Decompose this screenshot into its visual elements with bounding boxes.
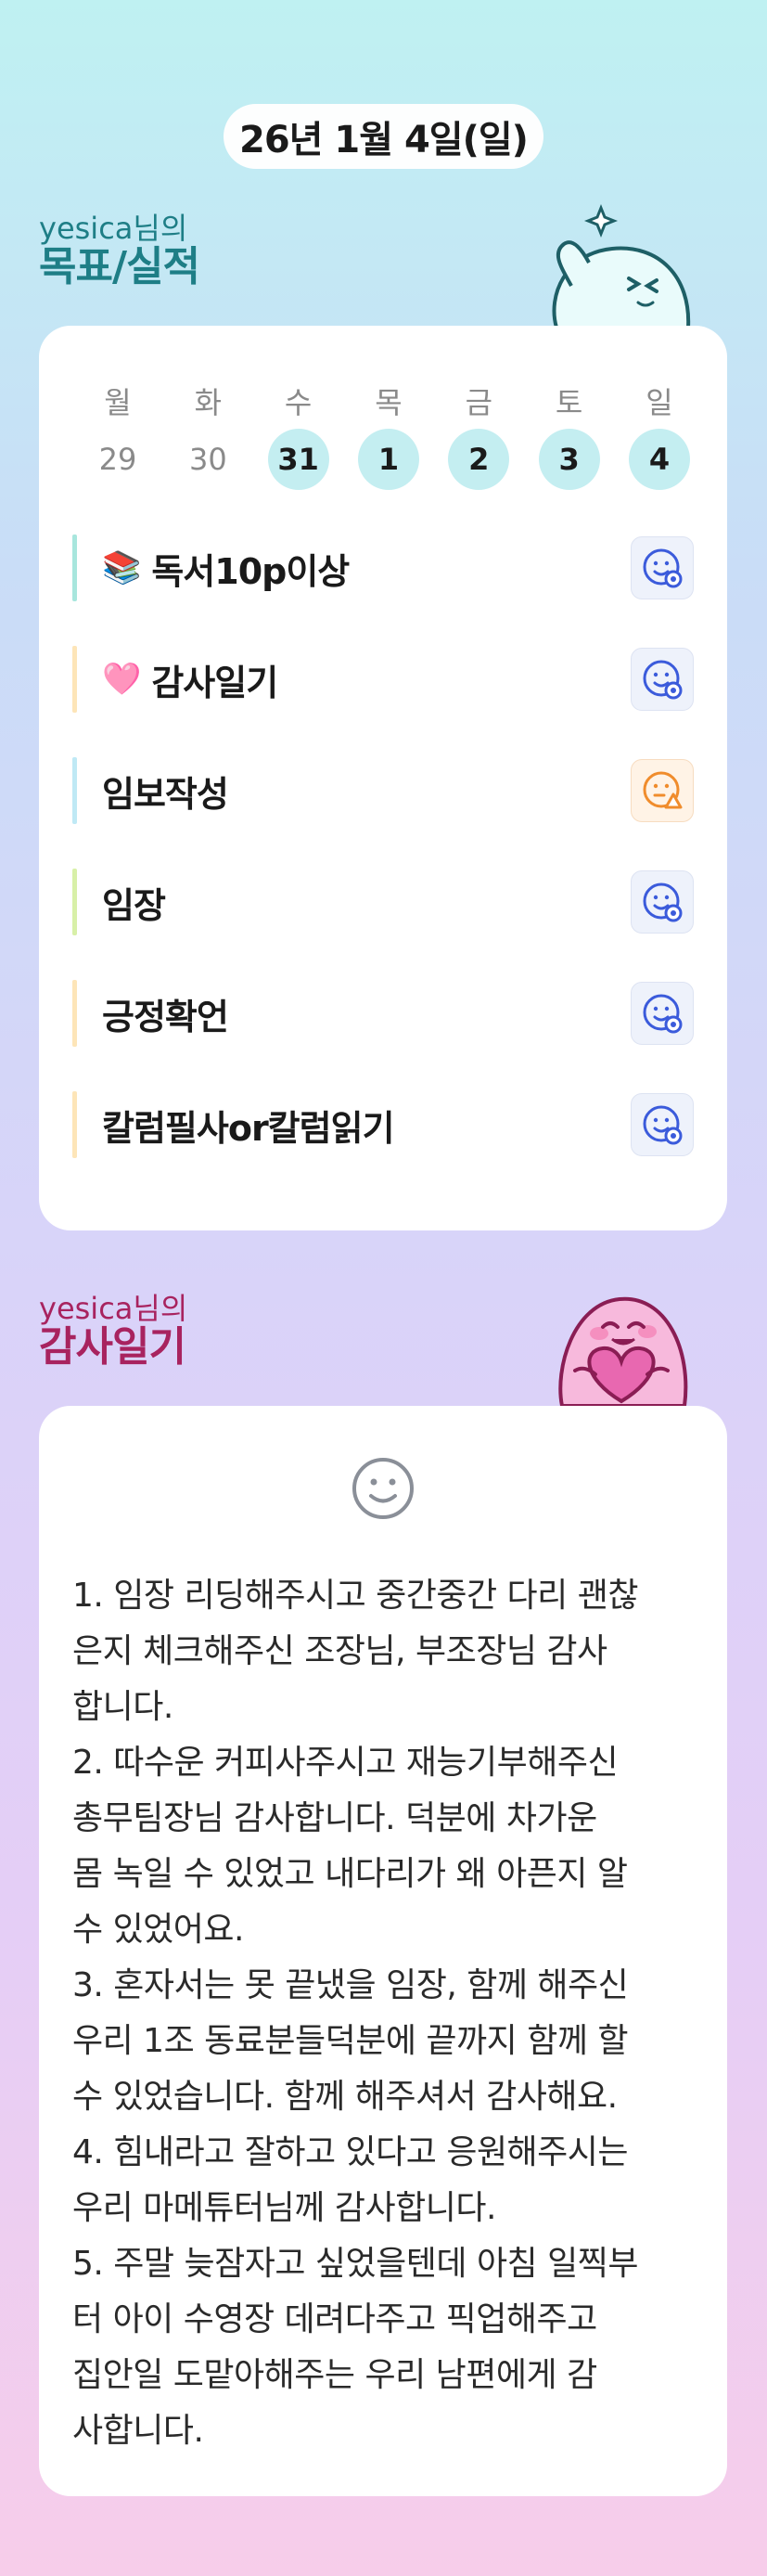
goal-label: 임장 [102,869,166,935]
weekday-label: 월 [104,385,132,420]
ghost-mascot-icon [552,203,691,328]
goal-label-text: 임장 [102,884,166,926]
goal-color-bar [72,646,77,713]
goal-label: 📚 독서10p이상 [102,535,350,601]
date-cell[interactable]: 1 [357,429,419,490]
goal-color-bar [72,535,77,601]
goal-label: 임보작성 [102,757,229,824]
smile-check-icon[interactable] [631,982,694,1045]
goals-section-title: yesica님의 목표/실적 [39,211,200,290]
weekday-label: 금 [465,385,493,420]
date-cell[interactable]: 30 [177,429,238,490]
goal-emoji-icon: 📚 [102,549,141,586]
goal-item[interactable]: 긍정확언 [72,980,694,1047]
date-row: 29 30 31 1 2 3 4 [87,429,690,490]
thanks-title-label: 감사일기 [39,1323,186,1371]
date-cell[interactable]: 31 [267,429,329,490]
weekday-label: 토 [555,385,583,420]
goal-label-text: 임보작성 [102,773,229,815]
goals-title-label: 목표/실적 [39,243,200,290]
gratitude-journal-card: 1. 임장 리딩해주시고 중간중간 다리 괜찮 은지 체크해주신 조장님, 부조… [39,1406,727,2496]
smile-check-icon[interactable] [631,870,694,934]
goal-emoji-icon: 🩷 [102,661,141,698]
goal-label: 칼럼필사or칼럼읽기 [102,1091,395,1158]
date-cell[interactable]: 3 [538,429,600,490]
weekday-label: 화 [194,385,223,420]
gratitude-journal-text: 1. 임장 리딩해주시고 중간중간 다리 괜찮 은지 체크해주신 조장님, 부조… [72,1577,639,2450]
goals-user-label: yesica님의 [39,211,188,246]
goal-item[interactable]: 📚 독서10p이상 [72,535,694,601]
goal-item[interactable]: 칼럼필사or칼럼읽기 [72,1091,694,1158]
smile-check-icon[interactable] [631,648,694,711]
goal-color-bar [72,869,77,935]
goal-label: 🩷 감사일기 [102,646,278,713]
weekday-label: 일 [646,385,673,420]
date-cell[interactable]: 2 [448,429,510,490]
smile-check-icon[interactable] [631,536,694,599]
pink-mascot-heart-icon [558,1296,688,1406]
weekday-label: 목 [375,385,403,420]
neutral-smile-icon [352,1458,414,1519]
smile-check-icon[interactable] [631,1093,694,1156]
goal-label-text: 긍정확언 [102,996,229,1037]
date-cell[interactable]: 4 [628,429,690,490]
goal-color-bar [72,1091,77,1158]
goal-color-bar [72,757,77,824]
goal-label-text: 독서10p이상 [151,550,350,592]
weekday-label: 수 [284,385,313,420]
goal-item[interactable]: 🩷 감사일기 [72,646,694,713]
goal-item[interactable]: 임장 [72,869,694,935]
goal-item[interactable]: 임보작성 [72,757,694,824]
smile-warning-icon[interactable] [631,759,694,822]
weekday-header-row: 월화수목금토일 [87,380,690,422]
goal-label-text: 칼럼필사or칼럼읽기 [102,1107,395,1149]
goal-label: 긍정확언 [102,980,229,1047]
goal-color-bar [72,980,77,1047]
goal-label-text: 감사일기 [151,662,278,703]
thanks-section-title: yesica님의 감사일기 [39,1294,187,1368]
date-cell[interactable]: 29 [87,429,148,490]
thanks-user-label: yesica님의 [39,1291,188,1326]
date-pill: 26년 1월 4일(일) [224,104,543,169]
goals-card: 월 화 수 목 금 토 일 29 30 31 1 2 3 4 📚 독서10p이상 🩷 감사일기 임보작성 임… [39,326,727,1230]
